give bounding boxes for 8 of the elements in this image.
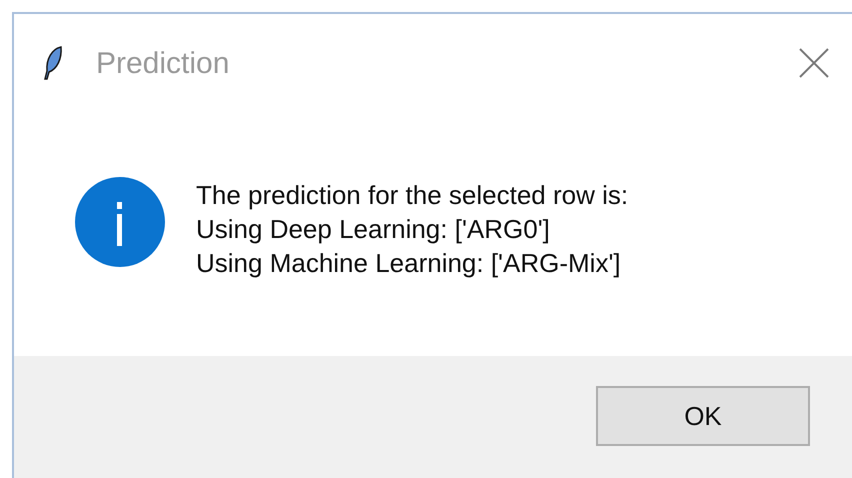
close-icon[interactable]	[798, 47, 830, 79]
message-text: Using Deep Learning: ['ARG0']	[196, 213, 551, 246]
ok-button[interactable]: OK	[596, 386, 810, 446]
message-text: The prediction for the selected row is:	[196, 179, 628, 212]
info-icon	[74, 176, 166, 268]
message-text: Using Machine Learning: ['ARG-Mix']	[196, 247, 622, 280]
window-title: Prediction	[96, 46, 230, 82]
feather-icon	[42, 45, 64, 81]
